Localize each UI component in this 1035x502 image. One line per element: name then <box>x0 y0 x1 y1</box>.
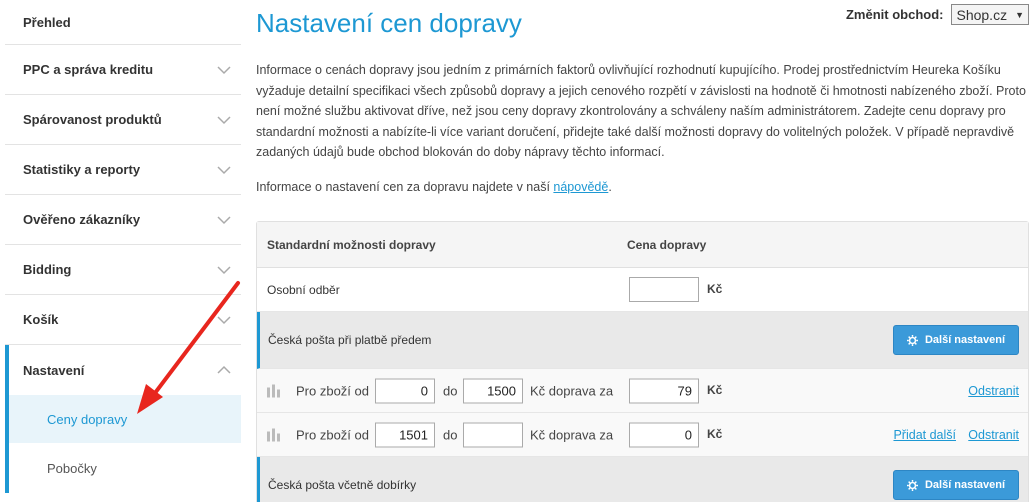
help-link[interactable]: nápovědě <box>553 180 608 194</box>
sidebar-item-kosik[interactable]: Košík <box>5 295 241 345</box>
gear-icon <box>906 334 918 346</box>
add-more-link[interactable]: Přidat další <box>893 428 956 442</box>
tier-from-input[interactable]: 0 <box>375 378 435 403</box>
tier-price-input[interactable]: 79 <box>629 378 699 403</box>
chevron-down-icon <box>217 115 231 124</box>
chevron-down-icon <box>217 165 231 174</box>
row-label: Česká pošta včetně dobírky <box>268 478 417 492</box>
sidebar-item-prehled[interactable]: Přehled <box>5 0 241 45</box>
shop-switch-label: Změnit obchod: <box>845 7 944 22</box>
help-prefix: Informace o nastavení cen za dopravu naj… <box>256 180 554 194</box>
remove-link[interactable]: Odstranit <box>968 428 1019 442</box>
table-header: Standardní možnosti dopravy Cena dopravy <box>257 222 1028 268</box>
sidebar-item-bidding[interactable]: Bidding <box>5 245 241 295</box>
tier-to-label: do <box>443 383 458 398</box>
shop-select[interactable]: Shop.cz ▼ <box>951 4 1029 25</box>
sidebar-item-label: Košík <box>23 312 59 327</box>
tier-to-label: do <box>443 427 458 442</box>
table-row-tier: Pro zboží od 0 do 1500 Kč doprava za 79 … <box>257 369 1028 413</box>
sidebar-item-label: Nastavení <box>23 362 85 378</box>
sidebar-item-sparovanost[interactable]: Spárovanost produktů <box>5 95 241 145</box>
tier-to-input[interactable] <box>463 422 523 447</box>
tier-price-label: Kč doprava za <box>530 427 614 442</box>
sidebar-subitem-label: Pobočky <box>47 460 97 476</box>
sidebar-item-label: Spárovanost produktů <box>23 112 162 127</box>
sidebar-item-label: Ověřeno zákazníky <box>23 212 141 227</box>
sidebar-item-label: Bidding <box>23 262 72 277</box>
sidebar-item-statistiky[interactable]: Statistiky a reporty <box>5 145 241 195</box>
tier-price-label: Kč doprava za <box>530 383 614 398</box>
help-suffix: . <box>608 180 612 194</box>
tier-to-input[interactable]: 1500 <box>463 378 523 403</box>
sidebar-item-label: Přehled <box>23 14 71 30</box>
table-row-post-prepaid: Česká pošta při platbě předem Další nast… <box>257 312 1028 369</box>
shop-select-value: Shop.cz <box>956 6 1008 23</box>
row-label: Česká pošta při platbě předem <box>268 333 432 347</box>
shop-switcher: Změnit obchod: Shop.cz ▼ <box>846 4 1029 25</box>
help-line: Informace o nastavení cen za dopravu naj… <box>256 180 612 194</box>
chevron-down-icon <box>217 315 231 324</box>
sidebar-subitem-label: Ceny dopravy <box>47 411 128 427</box>
shipping-table: Standardní možnosti dopravy Cena dopravy… <box>256 221 1029 502</box>
page-title: Nastavení cen dopravy <box>256 8 522 38</box>
more-settings-label: Další nastavení <box>924 334 1006 346</box>
gear-icon <box>906 479 918 491</box>
more-settings-button[interactable]: Další nastavení <box>893 470 1019 500</box>
sidebar-item-label: Statistiky a reporty <box>23 162 141 177</box>
currency-label: Kč <box>707 282 723 296</box>
more-settings-button[interactable]: Další nastavení <box>893 325 1019 355</box>
sidebar-item-ppc[interactable]: PPC a správa kreditu <box>5 45 241 95</box>
column-header-price: Cena dopravy <box>627 237 707 252</box>
tier-price-input[interactable]: 0 <box>629 422 699 447</box>
pickup-price-input[interactable] <box>629 277 699 302</box>
remove-link[interactable]: Odstranit <box>968 384 1019 398</box>
sidebar-item-label: PPC a správa kreditu <box>23 62 154 77</box>
dropdown-arrow-icon: ▼ <box>1015 9 1024 20</box>
sidebar-subitem-pobocky[interactable]: Pobočky <box>5 443 241 493</box>
chevron-down-icon <box>217 65 231 74</box>
tier-from-label: Pro zboží od <box>296 383 369 398</box>
tier-from-label: Pro zboží od <box>296 427 369 442</box>
tier-from-input[interactable]: 1501 <box>375 422 435 447</box>
chevron-up-icon <box>217 365 231 374</box>
intro-text: Informace o cenách dopravy jsou jedním z… <box>256 63 1026 159</box>
table-row-post-cod: Česká pošta včetně dobírky Další nastave… <box>257 457 1028 502</box>
table-row-pickup: Osobní odběr Kč <box>257 268 1028 312</box>
drag-handle-icon[interactable] <box>267 428 280 441</box>
more-settings-label: Další nastavení <box>924 479 1006 491</box>
currency-label: Kč <box>707 427 723 441</box>
sidebar-subitem-ceny-dopravy[interactable]: Ceny dopravy <box>5 395 241 443</box>
sidebar-item-nastaveni[interactable]: Nastavení <box>5 345 241 395</box>
sidebar-nav: Přehled PPC a správa kreditu Spárovanost… <box>5 0 241 502</box>
row-label: Osobní odběr <box>267 282 340 297</box>
table-row-tier: Pro zboží od 1501 do Kč doprava za 0 Kč … <box>257 413 1028 457</box>
column-header-method: Standardní možnosti dopravy <box>267 237 436 252</box>
sidebar-item-overeno[interactable]: Ověřeno zákazníky <box>5 195 241 245</box>
currency-label: Kč <box>707 383 723 397</box>
chevron-down-icon <box>217 265 231 274</box>
drag-handle-icon[interactable] <box>267 384 280 397</box>
chevron-down-icon <box>217 215 231 224</box>
